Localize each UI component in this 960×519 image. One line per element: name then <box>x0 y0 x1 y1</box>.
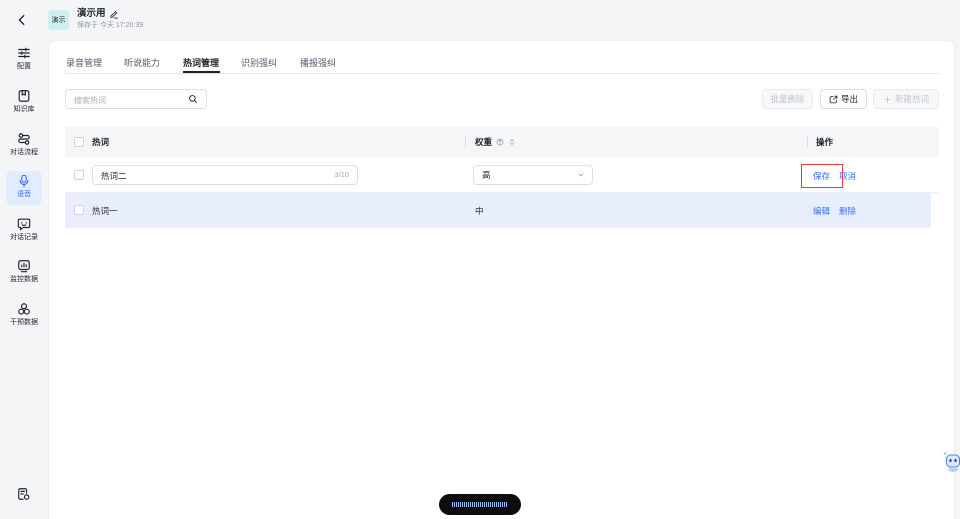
sidebar-item-config[interactable]: 配置 <box>6 43 42 77</box>
char-counter: 3/10 <box>334 170 349 179</box>
hotword-cell: 热词一 <box>92 205 118 216</box>
sidebar-item-label: 对话流程 <box>10 149 38 156</box>
chat-bubble-icon <box>17 217 31 231</box>
tab-hotword-management[interactable]: 热词管理 <box>183 57 219 69</box>
assistant-mascot-icon[interactable] <box>942 447 960 473</box>
chevron-left-icon <box>15 13 29 27</box>
batch-delete-button[interactable]: 批量删除 <box>762 89 813 109</box>
column-header-weight: 权重 <box>475 127 516 157</box>
plus-icon <box>883 95 892 104</box>
tabs-divider <box>65 73 939 74</box>
hotword-input[interactable] <box>93 167 313 185</box>
sidebar-item-label: 对话记录 <box>10 234 38 241</box>
new-hotword-label: 新建热词 <box>894 94 929 104</box>
table-header: 热词 权重 操作 <box>65 127 939 157</box>
search-box <box>65 89 207 110</box>
save-button[interactable]: 保存 <box>813 158 830 193</box>
bookmark-box-icon <box>17 89 31 103</box>
sidebar-item-label: 配置 <box>17 63 31 70</box>
sidebar: 配置 知识库 对话流程 语音 对话记录 监控数据 干预数据 <box>0 0 48 519</box>
main-card: 录音管理 听说能力 热词管理 识别强纠 播报强纠 批量删除 导出 新建热词 热词 <box>48 40 955 519</box>
delete-button[interactable]: 删除 <box>839 193 856 228</box>
sort-icon[interactable] <box>508 138 516 146</box>
page-title: 演示用 <box>77 8 106 19</box>
new-hotword-button[interactable]: 新建热词 <box>873 89 939 109</box>
help-circle-icon[interactable] <box>496 138 504 146</box>
back-button[interactable] <box>15 13 29 27</box>
edit-button[interactable]: 编辑 <box>813 193 830 228</box>
tab-recording-management[interactable]: 录音管理 <box>66 57 102 69</box>
tab-broadcast-correction[interactable]: 播报强纠 <box>300 57 336 69</box>
batch-delete-label: 批量删除 <box>770 94 805 104</box>
waveform-icon <box>452 502 508 507</box>
weight-select-value: 高 <box>482 170 491 180</box>
circles-icon <box>17 302 31 316</box>
export-button[interactable]: 导出 <box>820 89 867 109</box>
table-row: 热词一 中 编辑 删除 <box>65 193 931 228</box>
row-checkbox[interactable] <box>74 170 84 180</box>
search-icon[interactable] <box>188 94 198 104</box>
microphone-icon <box>17 174 31 188</box>
column-header-weight-label: 权重 <box>475 137 493 147</box>
chart-box-icon <box>17 259 31 273</box>
sidebar-item-dialog-records[interactable]: 对话记录 <box>6 214 42 248</box>
table-row-editing: 3/10 高 保存 取消 <box>65 158 939 193</box>
sidebar-item-voice[interactable]: 语音 <box>6 171 42 205</box>
sidebar-item-label: 语音 <box>17 191 31 198</box>
weight-select[interactable]: 高 <box>473 165 593 185</box>
sidebar-item-monitor-data[interactable]: 监控数据 <box>6 256 42 290</box>
column-divider <box>465 136 466 148</box>
avatar: 演示 <box>48 10 69 30</box>
hotword-input-box: 3/10 <box>92 165 358 185</box>
sidebar-item-label: 监控数据 <box>10 276 38 283</box>
select-all-checkbox[interactable] <box>74 137 84 147</box>
sidebar-item-intervention-data[interactable]: 干预数据 <box>6 299 42 333</box>
sidebar-item-dialog-flow[interactable]: 对话流程 <box>6 129 42 163</box>
sidebar-item-label: 干预数据 <box>10 319 38 326</box>
search-input[interactable] <box>66 91 181 110</box>
pencil-icon[interactable] <box>109 9 119 19</box>
chevron-down-icon <box>577 171 585 179</box>
column-header-word: 热词 <box>92 137 110 147</box>
export-label: 导出 <box>840 94 858 104</box>
sidebar-item-knowledge-base[interactable]: 知识库 <box>6 86 42 120</box>
tab-listen-speak[interactable]: 听说能力 <box>124 57 160 69</box>
saved-timestamp: 保存于 今天 17:20:39 <box>77 22 144 29</box>
column-header-actions: 操作 <box>816 137 834 147</box>
export-icon <box>829 95 838 104</box>
sliders-icon <box>17 46 31 60</box>
row-checkbox[interactable] <box>74 205 84 215</box>
column-divider <box>807 136 808 148</box>
voice-floating-bar[interactable] <box>439 494 521 515</box>
page-title-group: 演示用 <box>77 8 119 20</box>
document-settings-icon[interactable] <box>17 487 31 501</box>
tab-recognition-correction[interactable]: 识别强纠 <box>241 57 277 69</box>
cancel-button[interactable]: 取消 <box>839 158 856 193</box>
sidebar-item-label: 知识库 <box>13 106 35 113</box>
weight-cell: 中 <box>475 205 484 216</box>
flow-icon <box>17 132 31 146</box>
